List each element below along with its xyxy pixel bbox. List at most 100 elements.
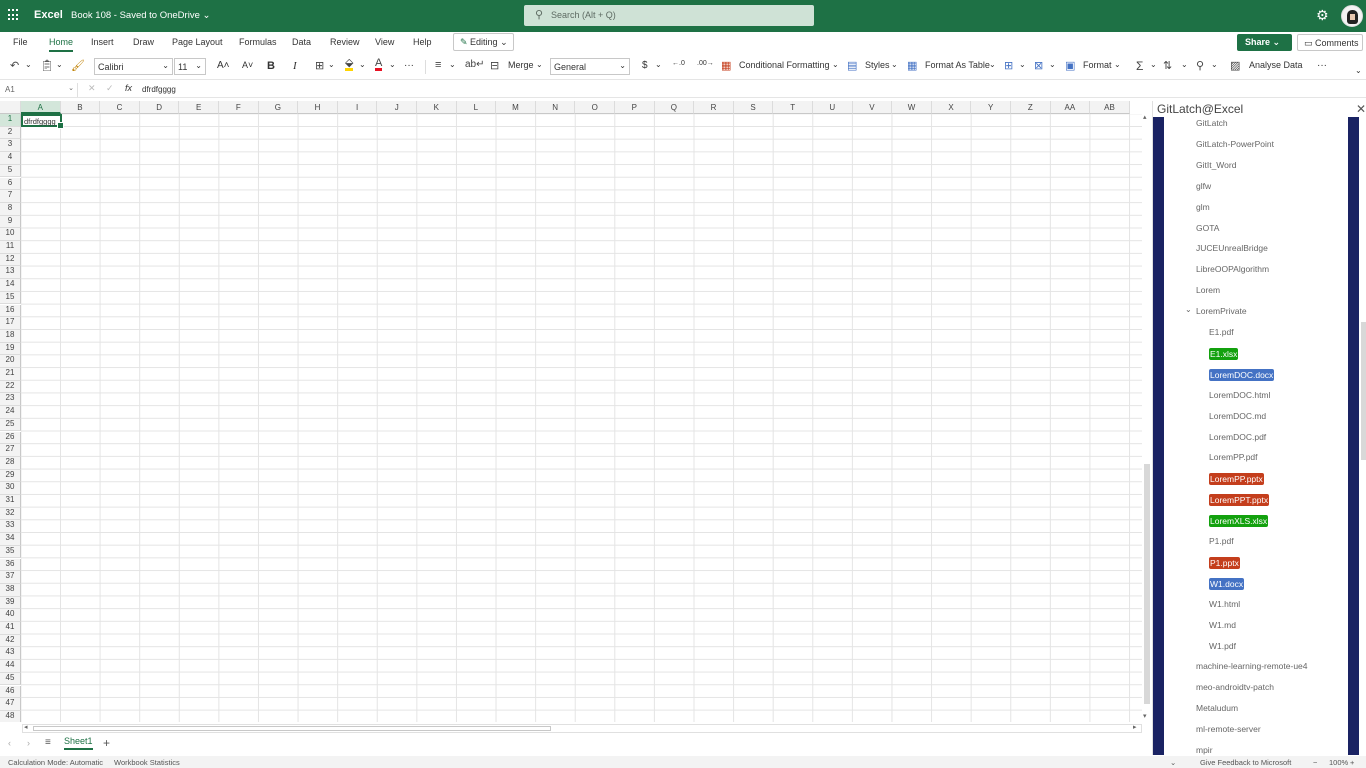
tree-file-item[interactable]: W1.html: [1209, 599, 1240, 609]
more-options-button[interactable]: ···: [1317, 60, 1327, 71]
tab-help[interactable]: Help: [413, 37, 432, 47]
formula-input[interactable]: dfrdfgggg: [142, 85, 176, 94]
tab-file[interactable]: File: [13, 37, 28, 47]
feedback-link[interactable]: Give Feedback to Microsoft: [1200, 758, 1291, 767]
tree-file-item[interactable]: P1.pdf: [1209, 536, 1234, 546]
font-size-select[interactable]: 11 ⌄: [174, 58, 206, 75]
column-header[interactable]: AA: [1050, 101, 1091, 114]
row-header[interactable]: 1: [0, 114, 21, 127]
row-header[interactable]: 23: [0, 393, 21, 407]
column-header[interactable]: E: [179, 101, 219, 114]
all-sheets-icon[interactable]: ≡: [45, 737, 51, 748]
row-header[interactable]: 46: [0, 685, 21, 699]
column-header[interactable]: R: [694, 101, 734, 114]
column-header[interactable]: T: [773, 101, 813, 114]
find-icon[interactable]: ⚲: [1196, 59, 1204, 72]
tree-file-item[interactable]: LoremDOC.pdf: [1209, 432, 1266, 442]
expand-ribbon-icon[interactable]: ⌄: [1355, 66, 1362, 75]
chevron-down-icon[interactable]: ⌄: [1049, 60, 1056, 69]
chevron-down-icon[interactable]: ⌄: [989, 60, 996, 69]
chevron-down-icon[interactable]: ⌄: [449, 60, 456, 69]
tree-folder-item[interactable]: GitLatch-PowerPoint: [1196, 139, 1274, 149]
row-header[interactable]: 18: [0, 329, 21, 343]
scroll-thumb[interactable]: [1144, 464, 1150, 704]
format-painter-icon[interactable]: 🖌︎: [71, 59, 85, 72]
tree-file-item[interactable]: LoremDOC.md: [1209, 411, 1266, 421]
row-header[interactable]: 2: [0, 126, 21, 140]
increase-decimal-icon[interactable]: ←.0: [672, 60, 685, 67]
tree-folder-item[interactable]: LibreOOPAlgorithm: [1196, 264, 1269, 274]
confirm-icon[interactable]: ✓: [106, 83, 114, 94]
row-header[interactable]: 29: [0, 469, 21, 483]
prev-sheet-icon[interactable]: ‹: [8, 738, 11, 748]
row-header[interactable]: 47: [0, 698, 21, 711]
row-header[interactable]: 19: [0, 342, 21, 356]
row-header[interactable]: 45: [0, 672, 21, 686]
increase-font-icon[interactable]: A˄: [217, 60, 230, 71]
row-header[interactable]: 22: [0, 380, 21, 394]
tree-file-item[interactable]: W1.docx: [1209, 577, 1245, 590]
row-header[interactable]: 5: [0, 164, 21, 178]
row-header[interactable]: 17: [0, 317, 21, 330]
format-button[interactable]: Format: [1083, 60, 1112, 70]
align-icon[interactable]: ≡: [435, 59, 441, 71]
tree-folder-item[interactable]: glfw: [1196, 181, 1211, 191]
row-header[interactable]: 16: [0, 304, 21, 318]
tab-draw[interactable]: Draw: [133, 37, 154, 47]
row-header[interactable]: 43: [0, 647, 21, 661]
tab-data[interactable]: Data: [292, 37, 311, 47]
tree-folder-item[interactable]: GitLatch: [1196, 118, 1228, 128]
zoom-level[interactable]: 100%: [1329, 758, 1348, 767]
chevron-down-icon[interactable]: ⌄: [1170, 758, 1176, 767]
column-header[interactable]: V: [852, 101, 893, 114]
conditional-formatting-icon[interactable]: ▦: [721, 59, 731, 72]
column-header[interactable]: W: [892, 101, 932, 114]
more-font-options-button[interactable]: ···: [404, 60, 414, 71]
scroll-left-icon[interactable]: ◂: [24, 723, 28, 731]
styles-button[interactable]: Styles: [865, 60, 890, 70]
row-header[interactable]: 33: [0, 520, 21, 534]
column-header[interactable]: Q: [654, 101, 695, 114]
document-title[interactable]: Book 108 - Saved to OneDrive ⌄: [71, 10, 210, 21]
app-launcher-icon[interactable]: [8, 9, 20, 21]
column-header[interactable]: N: [535, 101, 576, 114]
tree-file-item[interactable]: LoremDOC.docx: [1209, 368, 1275, 381]
column-header[interactable]: X: [931, 101, 972, 114]
calc-mode[interactable]: Calculation Mode: Automatic: [8, 758, 103, 767]
tree-file-item[interactable]: E1.pdf: [1209, 327, 1234, 337]
column-header[interactable]: M: [496, 101, 536, 114]
add-sheet-button[interactable]: +: [103, 736, 110, 750]
chevron-down-icon[interactable]: ⌄: [1114, 60, 1121, 69]
column-header[interactable]: J: [377, 101, 417, 114]
chevron-down-icon[interactable]: ⌄: [1019, 60, 1026, 69]
row-header[interactable]: 28: [0, 456, 21, 470]
row-header[interactable]: 12: [0, 253, 21, 267]
format-as-table-icon[interactable]: ▦: [907, 59, 917, 72]
chevron-down-icon[interactable]: ⌄: [832, 60, 839, 69]
row-header[interactable]: 35: [0, 545, 21, 559]
chevron-down-icon[interactable]: ⌄: [389, 60, 396, 69]
tree-file-item[interactable]: W1.pdf: [1209, 641, 1236, 651]
merge-button[interactable]: Merge: [508, 60, 534, 70]
borders-icon[interactable]: ⊞: [315, 59, 324, 72]
analyse-data-icon[interactable]: ▨: [1230, 59, 1240, 72]
tree-folder-item[interactable]: GOTA: [1196, 223, 1219, 233]
chevron-down-icon[interactable]: ⌄: [655, 60, 662, 69]
chevron-down-icon[interactable]: ⌄: [328, 60, 335, 69]
column-header[interactable]: B: [60, 101, 101, 114]
row-header[interactable]: 42: [0, 634, 21, 648]
select-all-corner[interactable]: [0, 101, 21, 114]
tree-folder-item[interactable]: Lorem: [1196, 285, 1220, 295]
decrease-font-icon[interactable]: A˅: [242, 60, 253, 70]
zoom-out-icon[interactable]: −: [1313, 758, 1317, 767]
decrease-decimal-icon[interactable]: .00→: [697, 60, 714, 67]
pane-scrollbar[interactable]: [1359, 117, 1366, 755]
wrap-text-icon[interactable]: ab↵: [465, 59, 485, 70]
column-header[interactable]: C: [100, 101, 140, 114]
row-header[interactable]: 40: [0, 609, 21, 622]
undo-icon[interactable]: ↶: [10, 59, 19, 72]
tree-folder-item[interactable]: machine-learning-remote-ue4: [1196, 661, 1308, 671]
column-header[interactable]: A: [21, 101, 61, 114]
row-header[interactable]: 24: [0, 406, 21, 419]
paste-dropdown-icon[interactable]: ⌄: [56, 60, 63, 69]
